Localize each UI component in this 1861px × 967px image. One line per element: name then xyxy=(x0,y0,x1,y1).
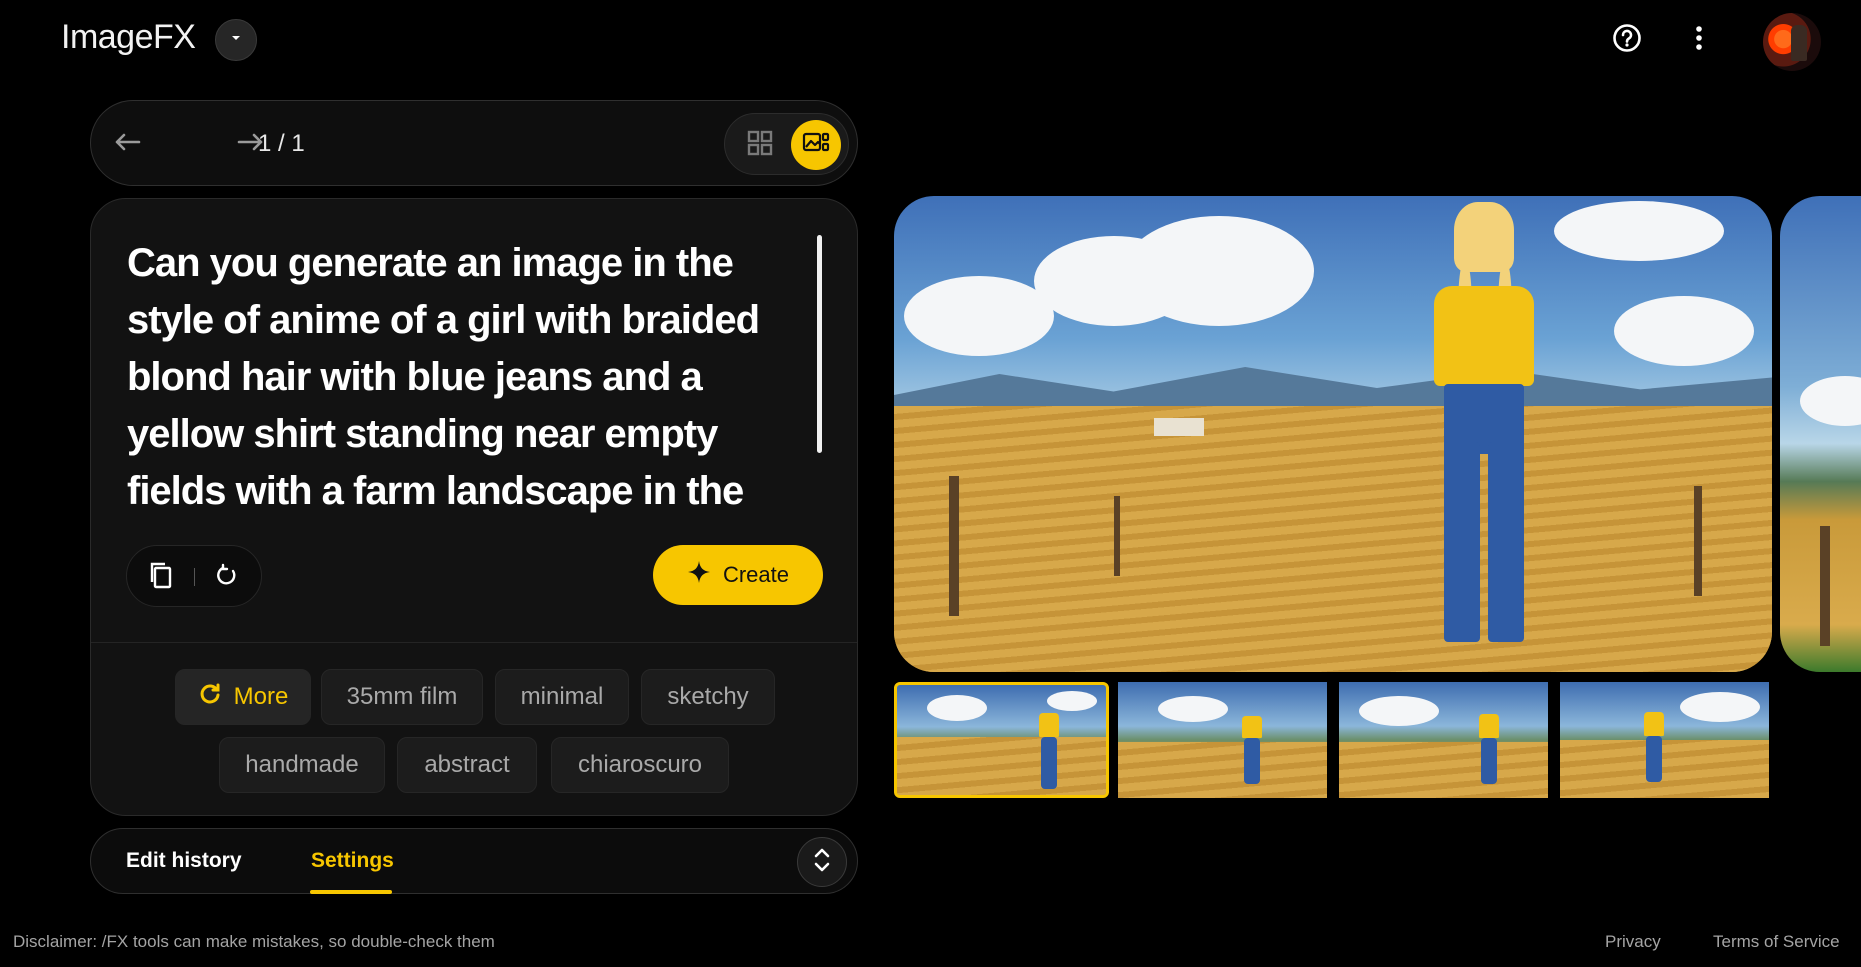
copy-button[interactable] xyxy=(141,557,181,597)
cloud xyxy=(927,695,987,721)
wheat-field xyxy=(1339,742,1548,798)
avatar[interactable] xyxy=(1763,13,1821,71)
grid-view-button[interactable] xyxy=(735,120,785,170)
image-navigation-bar: 1 / 1 xyxy=(90,100,858,186)
grid-icon xyxy=(747,130,773,161)
cloud xyxy=(1680,692,1760,722)
fence-post xyxy=(949,476,959,616)
more-options-button[interactable] xyxy=(1679,20,1719,60)
generated-image[interactable] xyxy=(894,196,1772,672)
view-toggle xyxy=(724,113,849,175)
prompt-card: Can you generate an image in the style o… xyxy=(90,198,858,816)
help-circle-icon xyxy=(1612,23,1642,58)
tool-divider xyxy=(194,568,195,586)
yellow-shirt xyxy=(1434,286,1534,386)
refresh-icon xyxy=(198,682,222,713)
chevron-down-icon xyxy=(229,31,243,50)
image-view-icon xyxy=(802,131,830,160)
privacy-link[interactable]: Privacy xyxy=(1605,932,1661,952)
expand-panel-button[interactable] xyxy=(797,837,847,887)
cloud xyxy=(904,276,1054,356)
tab-edit-history[interactable]: Edit history xyxy=(126,849,242,873)
wheat-field xyxy=(1560,740,1769,798)
jeans-leg xyxy=(1488,442,1524,642)
jeans xyxy=(1481,738,1497,784)
create-label: Create xyxy=(722,562,790,587)
arrow-right-icon xyxy=(237,132,265,157)
thumbnail-4[interactable] xyxy=(1560,682,1769,798)
prompt-scrollbar[interactable] xyxy=(817,235,822,453)
farmhouse xyxy=(1154,418,1204,436)
cloud xyxy=(1158,696,1228,722)
yellow-shirt xyxy=(1479,714,1499,738)
app-title: ImageFX xyxy=(61,18,196,56)
fence-post xyxy=(1820,526,1830,646)
prompt-textarea[interactable]: Can you generate an image in the style o… xyxy=(127,235,777,515)
yellow-shirt xyxy=(1039,713,1059,737)
reset-prompt-button[interactable] xyxy=(207,557,247,597)
refresh-icon xyxy=(215,563,239,592)
help-button[interactable] xyxy=(1607,20,1647,60)
disclaimer-text: Disclaimer: /FX tools can make mistakes,… xyxy=(13,932,495,951)
cloud xyxy=(1047,691,1097,711)
yellow-shirt xyxy=(1242,716,1262,738)
avatar-figure xyxy=(1791,25,1807,61)
more-label: More xyxy=(233,683,289,710)
cloud xyxy=(1554,201,1724,261)
more-vertical-icon xyxy=(1695,25,1703,56)
thumbnail-2[interactable] xyxy=(1118,682,1327,798)
yellow-shirt xyxy=(1644,712,1664,736)
style-chip[interactable]: handmade xyxy=(219,737,385,793)
style-chip[interactable]: chiaroscuro xyxy=(551,737,729,793)
jeans xyxy=(1244,738,1260,784)
fence-post xyxy=(1114,496,1120,576)
card-divider xyxy=(91,642,857,643)
style-chip[interactable]: minimal xyxy=(495,669,629,725)
terms-link[interactable]: Terms of Service xyxy=(1713,932,1840,952)
jeans xyxy=(1041,737,1057,789)
jeans xyxy=(1646,736,1662,782)
fence-post xyxy=(1694,486,1702,596)
top-bar: ImageFX xyxy=(0,0,1861,80)
jeans-leg xyxy=(1444,442,1480,642)
style-chip[interactable]: sketchy xyxy=(641,669,775,725)
cloud xyxy=(1124,216,1314,326)
thumbnail-1[interactable] xyxy=(894,682,1109,798)
girl-figure xyxy=(1414,202,1554,662)
more-chip[interactable]: More xyxy=(175,669,311,725)
arrow-left-icon xyxy=(113,132,141,157)
cloud xyxy=(1359,696,1439,726)
wheat-field xyxy=(894,406,1772,672)
create-button[interactable]: Create xyxy=(653,545,823,605)
next-button[interactable] xyxy=(231,124,271,164)
app-switcher-button[interactable] xyxy=(215,19,257,61)
previous-button[interactable] xyxy=(107,124,147,164)
thumbnail-3[interactable] xyxy=(1339,682,1548,798)
unfold-icon xyxy=(812,846,832,879)
cloud xyxy=(1614,296,1754,366)
wheat-field xyxy=(897,737,1106,795)
sparkle-icon xyxy=(687,560,711,590)
copy-icon xyxy=(148,561,174,594)
next-image-preview[interactable] xyxy=(1780,196,1861,672)
prompt-tools xyxy=(126,545,262,607)
bottom-tabs: Edit history Settings xyxy=(90,828,858,894)
cloud xyxy=(1800,376,1861,426)
active-tab-indicator xyxy=(310,890,392,894)
style-chip[interactable]: abstract xyxy=(397,737,537,793)
tab-settings[interactable]: Settings xyxy=(311,849,394,873)
single-view-button[interactable] xyxy=(791,120,841,170)
wheat-field xyxy=(1118,742,1327,798)
style-chip[interactable]: 35mm film xyxy=(321,669,483,725)
